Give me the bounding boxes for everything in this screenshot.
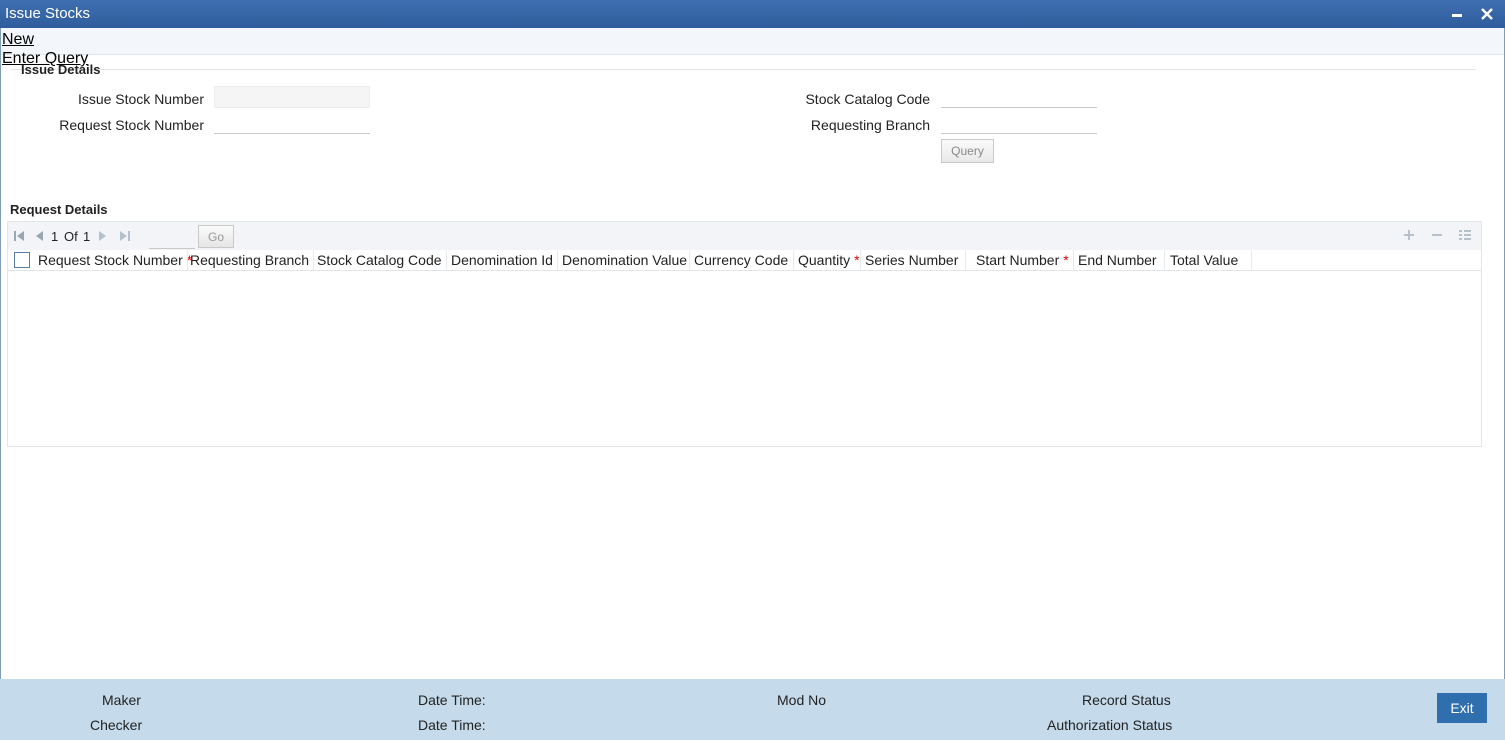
window-title: Issue Stocks [5, 5, 91, 22]
request-details-title: Request Details [10, 202, 108, 217]
minimize-icon[interactable] [1447, 4, 1467, 24]
stock-catalog-code-label: Stock Catalog Code [805, 91, 930, 107]
menu-bar: New Enter Query [1, 28, 1504, 67]
go-button[interactable]: Go [198, 225, 234, 248]
prev-page-icon[interactable] [34, 230, 44, 245]
issue-details-legend: Issue Details [21, 62, 101, 77]
page-number-input[interactable] [149, 226, 195, 249]
column-header-quantity[interactable]: Quantity * [798, 252, 860, 268]
pager-total: 1 [83, 229, 91, 244]
stock-catalog-code-field[interactable] [941, 86, 1097, 108]
column-header-end-number[interactable]: End Number [1078, 252, 1157, 268]
requesting-branch-label: Requesting Branch [810, 117, 930, 133]
column-divider [689, 250, 690, 270]
query-button[interactable]: Query [941, 139, 994, 163]
column-header-denomination-value[interactable]: Denomination Value [562, 252, 687, 268]
required-marker: * [1063, 252, 1069, 268]
column-header-stock-catalog-code[interactable]: Stock Catalog Code [317, 252, 442, 268]
column-header-total-value[interactable]: Total Value [1170, 252, 1238, 268]
column-divider [1073, 250, 1074, 270]
requesting-branch-field[interactable] [941, 112, 1097, 134]
checker-date-time-label: Date Time: [418, 717, 486, 733]
column-divider [187, 250, 188, 270]
columns-icon[interactable] [1458, 228, 1472, 247]
new-menu-link[interactable]: New [2, 31, 34, 49]
request-stock-number-label: Request Stock Number [59, 117, 204, 133]
pager-current: 1 [51, 229, 59, 244]
checker-label: Checker [90, 717, 143, 733]
maker-label: Maker [102, 692, 141, 708]
column-divider [446, 250, 447, 270]
remove-row-icon[interactable] [1430, 228, 1444, 247]
column-header-requesting-branch[interactable]: Requesting Branch [190, 252, 309, 268]
pager-of-label: Of [64, 229, 78, 244]
exit-button[interactable]: Exit [1437, 693, 1487, 723]
column-header-denomination-id[interactable]: Denomination Id [451, 252, 553, 268]
column-header-start-number[interactable]: Start Number * [976, 252, 1069, 268]
grid-body [8, 271, 1481, 446]
footer-bar: Maker Checker Date Time: Date Time: Mod … [0, 679, 1505, 740]
issue-stock-number-label: Issue Stock Number [77, 91, 204, 107]
column-header-request-stock-number[interactable]: Request Stock Number * [38, 252, 192, 268]
column-header-currency-code[interactable]: Currency Code [694, 252, 788, 268]
column-divider [793, 250, 794, 270]
column-header-series-number[interactable]: Series Number [865, 252, 958, 268]
request-stock-number-field[interactable] [214, 112, 370, 134]
grid-header-row: Request Stock Number * Requesting Branch … [8, 250, 1481, 271]
record-status-label: Record Status [1082, 692, 1171, 708]
add-row-icon[interactable] [1402, 228, 1416, 247]
column-divider [1164, 250, 1165, 270]
authorization-status-label: Authorization Status [1047, 717, 1173, 733]
window-body: New Enter Query Issue Details Issue Stoc… [0, 28, 1505, 740]
grid-toolbar: 1 Of 1 Go [8, 222, 1481, 250]
next-page-icon[interactable] [98, 230, 108, 245]
last-page-icon[interactable] [119, 230, 131, 245]
column-divider [1251, 250, 1252, 270]
issue-details-divider [11, 69, 1476, 70]
mod-no-label: Mod No [777, 692, 827, 708]
title-bar: Issue Stocks [0, 0, 1505, 28]
maker-date-time-label: Date Time: [418, 692, 486, 708]
issue-stock-number-field[interactable] [214, 86, 370, 108]
column-divider [860, 250, 861, 270]
request-details-grid: 1 Of 1 Go Request Stock Number * Request… [7, 221, 1482, 447]
required-marker: * [854, 252, 860, 268]
column-divider [965, 250, 966, 270]
column-divider [557, 250, 558, 270]
first-page-icon[interactable] [13, 230, 25, 245]
column-divider [313, 250, 314, 270]
close-icon[interactable] [1477, 4, 1497, 24]
select-all-checkbox[interactable] [14, 252, 30, 268]
